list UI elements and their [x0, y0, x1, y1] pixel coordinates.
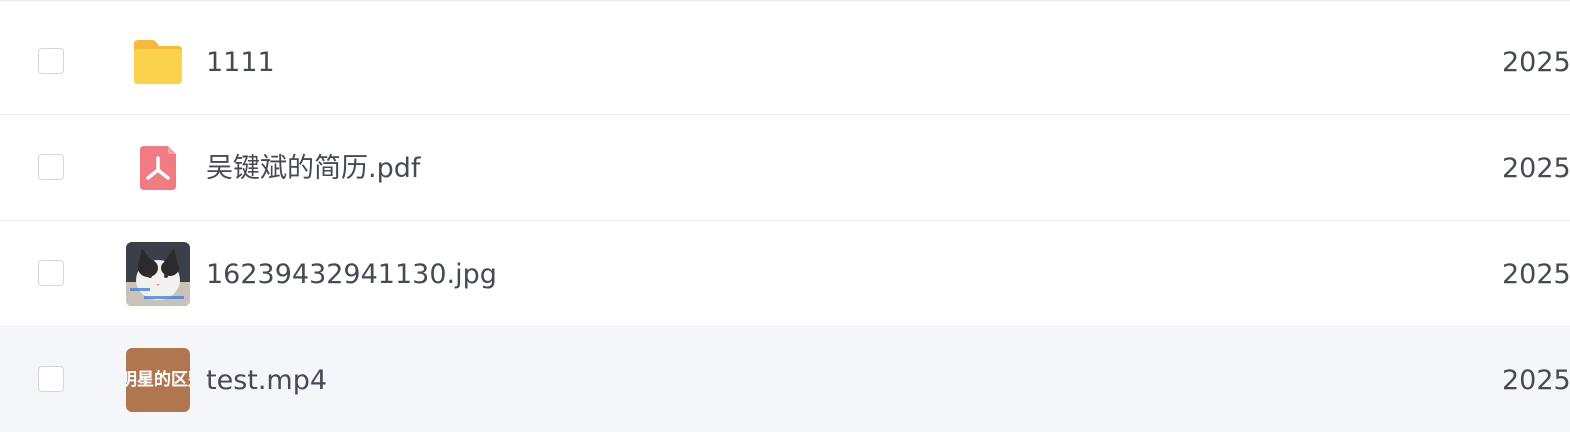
- file-date: 2025: [1502, 365, 1570, 396]
- file-date: 2025: [1502, 153, 1570, 184]
- file-row-image[interactable]: 16239432941130.jpg 2025: [0, 222, 1570, 327]
- file-name[interactable]: test.mp4: [206, 366, 327, 396]
- row-checkbox[interactable]: [38, 48, 64, 74]
- row-checkbox[interactable]: [38, 154, 64, 180]
- file-name[interactable]: 16239432941130.jpg: [206, 260, 497, 290]
- thumbnail-text: 明星的区别: [126, 370, 190, 390]
- file-list: 1111 2025 吴键斌的简历.pdf 2025 16239432941130…: [0, 0, 1570, 432]
- row-checkbox[interactable]: [38, 366, 64, 392]
- file-row-folder[interactable]: 1111 2025: [0, 10, 1570, 115]
- file-row-video[interactable]: 明星的区别 test.mp4 2025: [0, 328, 1570, 432]
- file-name[interactable]: 1111: [206, 48, 275, 78]
- file-date: 2025: [1502, 259, 1570, 290]
- image-thumbnail: [126, 242, 190, 306]
- video-thumbnail: 明星的区别: [126, 348, 190, 412]
- row-checkbox[interactable]: [38, 260, 64, 286]
- file-row-pdf[interactable]: 吴键斌的简历.pdf 2025: [0, 116, 1570, 221]
- pdf-icon: [126, 136, 190, 200]
- folder-icon: [126, 30, 190, 94]
- file-date: 2025: [1502, 47, 1570, 78]
- file-name[interactable]: 吴键斌的简历.pdf: [206, 154, 420, 184]
